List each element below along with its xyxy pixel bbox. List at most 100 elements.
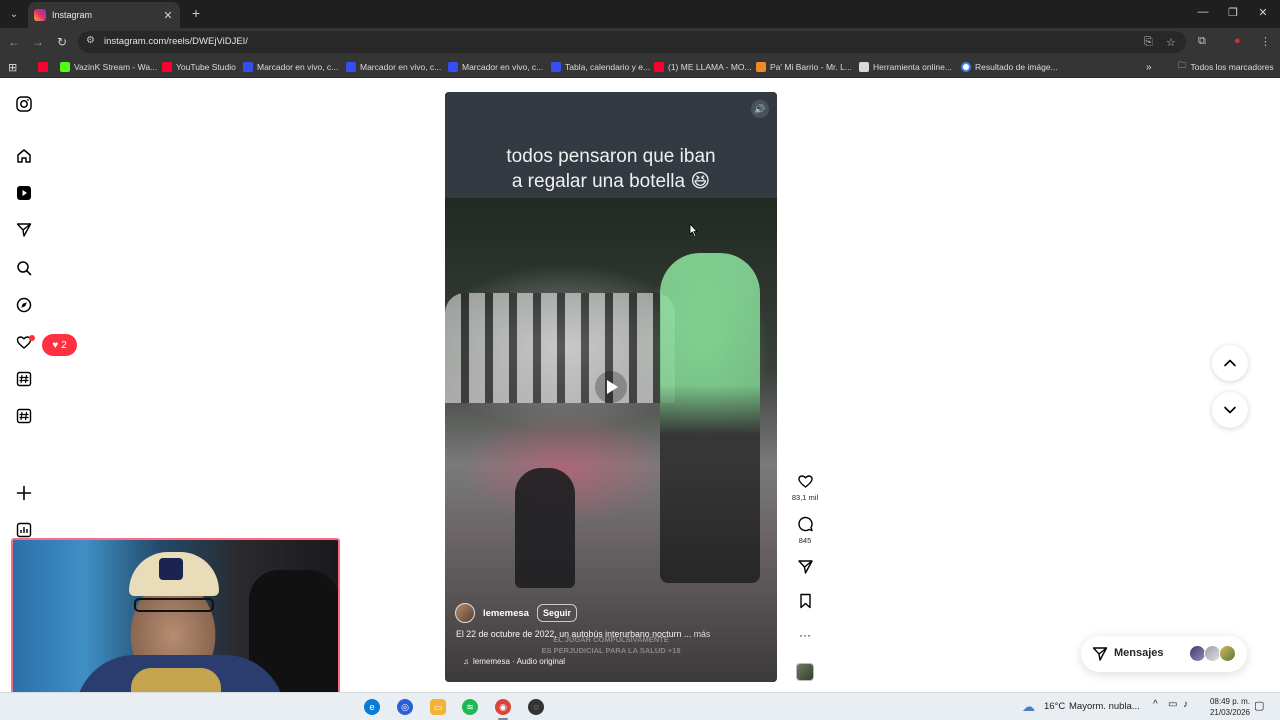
all-bookmarks-folder[interactable]: 🗀 Todos los marcadores <box>1178 60 1274 74</box>
volume-icon[interactable]: 🔊 <box>751 100 769 118</box>
volume-tray-icon[interactable]: ♪ <box>1183 699 1188 710</box>
speaker-image <box>515 468 575 588</box>
previous-reel-button[interactable] <box>1212 345 1248 381</box>
clock-time: 08:49 p. m. <box>1209 697 1250 706</box>
reload-icon[interactable]: ↻ <box>54 34 70 50</box>
bookmark-1[interactable]: VazinK Stream - Wa... <box>60 60 157 74</box>
audio-label: lememesa · Audio original <box>473 657 566 666</box>
comment-icon <box>797 516 813 532</box>
reel-description[interactable]: El 22 de octubre de 2022, un autobús int… <box>456 629 770 639</box>
minimize-icon[interactable]: — <box>1194 6 1212 18</box>
search-icon[interactable] <box>15 259 33 277</box>
messages-button[interactable]: Mensajes <box>1081 636 1247 672</box>
share-button[interactable] <box>795 559 815 575</box>
back-icon[interactable]: ← <box>6 34 22 50</box>
bookmark-label: VazinK Stream - Wa... <box>74 62 158 72</box>
url-text: instagram.com/reels/DWEjViDJEI/ <box>104 36 248 47</box>
chrome-profile-icon[interactable]: ◎ <box>397 699 413 715</box>
more-options-icon[interactable]: ··· <box>795 628 815 642</box>
taskbar: e ◎ ▭ ≋ ◉ ◌ ☁ 16°C Mayorm. nubla... ^ ▭ … <box>0 692 1280 720</box>
tab-instagram[interactable]: Instagram ✕ <box>28 2 180 28</box>
notifications-center-icon[interactable]: ▢ <box>1254 699 1264 712</box>
bookmark-label: Tabla, calendario y e... <box>565 62 651 72</box>
bookmark-7[interactable]: (1) ME LLAMA - MO... <box>654 60 752 74</box>
reel-video[interactable]: todos pensaron que iban a regalar una bo… <box>445 92 777 682</box>
heart-icon: ♥ <box>52 339 59 351</box>
create-plus-icon[interactable] <box>15 484 33 502</box>
close-window-icon[interactable]: ✕ <box>1254 6 1272 19</box>
file-explorer-icon[interactable]: ▭ <box>430 699 446 715</box>
author-avatar[interactable] <box>455 603 475 623</box>
dashboard-icon[interactable] <box>15 521 33 539</box>
tray-chevron-icon[interactable]: ^ <box>1153 699 1158 710</box>
follow-button[interactable]: Seguir <box>536 604 577 622</box>
caption-line-2: a regalar una botella 😆 <box>511 171 711 192</box>
install-app-icon[interactable]: ⎘ <box>1144 36 1153 49</box>
bookmark-6[interactable]: Tabla, calendario y e... <box>551 60 650 74</box>
chevron-down-icon <box>1224 406 1236 414</box>
reels-icon[interactable] <box>15 184 33 202</box>
bookmark-9[interactable]: Herramienta online... <box>859 60 952 74</box>
notification-dot <box>29 335 35 341</box>
extensions-icon[interactable]: ⧉ <box>1198 35 1206 48</box>
share-icon <box>797 560 813 574</box>
threads-icon-2[interactable] <box>15 407 33 425</box>
threads-icon[interactable] <box>15 370 33 388</box>
new-tab-button[interactable]: + <box>188 4 204 22</box>
comment-button[interactable] <box>795 516 815 532</box>
author-name[interactable]: lememesa <box>483 608 529 619</box>
bookmark-label: Pa' Mi Barrio - Mr. L... <box>770 62 852 72</box>
notification-badge[interactable]: ♥ 2 <box>42 334 77 356</box>
site-info-icon[interactable]: ⚙ <box>86 35 95 46</box>
spotify-icon[interactable]: ≋ <box>462 699 478 715</box>
next-reel-button[interactable] <box>1212 392 1248 428</box>
bookmarks-bar: ⊞ VazinK Stream - Wa... YouTube Studio M… <box>0 56 1280 78</box>
profile-icon[interactable]: ● <box>1234 35 1241 47</box>
save-button[interactable] <box>795 593 815 609</box>
author-row: lememesa Seguir <box>455 602 577 624</box>
restore-icon[interactable]: ❐ <box>1224 6 1242 19</box>
weather-temp[interactable]: 16°C <box>1044 701 1065 712</box>
instagram-favicon-icon <box>34 9 46 21</box>
bookmark-label: YouTube Studio <box>176 62 236 72</box>
obs-icon[interactable]: ◌ <box>528 699 544 715</box>
bookmark-5[interactable]: Marcador en vivo, c... <box>448 60 543 74</box>
bookmark-8[interactable]: Pa' Mi Barrio - Mr. L... <box>756 60 852 74</box>
clock[interactable]: 08:49 p. m. 21/03/2026 <box>1196 696 1250 718</box>
bookmark-10[interactable]: Resultado de imáge... <box>961 60 1058 74</box>
home-icon[interactable] <box>15 147 33 165</box>
more-bookmarks-icon[interactable]: » <box>1146 60 1152 74</box>
edge-icon[interactable]: e <box>364 699 380 715</box>
chrome-icon[interactable]: ◉ <box>495 699 511 715</box>
audio-thumbnail[interactable] <box>796 663 814 681</box>
apps-grid-icon[interactable]: ⊞ <box>8 60 17 74</box>
sofascore-icon <box>346 62 356 72</box>
bookmark-2[interactable]: YouTube Studio <box>162 60 236 74</box>
clock-date: 21/03/2026 <box>1209 708 1250 717</box>
play-icon[interactable] <box>595 371 627 403</box>
direct-messages-icon[interactable] <box>15 221 33 239</box>
bookmark-star-icon[interactable]: ☆ <box>1166 36 1176 49</box>
menu-icon[interactable]: ⋮ <box>1260 35 1271 48</box>
tab-close-icon[interactable]: ✕ <box>162 9 174 22</box>
url-field[interactable]: ⚙ instagram.com/reels/DWEjViDJEI/ ⎘ ☆ <box>78 31 1186 53</box>
tab-search-icon[interactable]: ⌄ <box>4 4 24 24</box>
glasses-image <box>134 598 214 612</box>
network-icon[interactable]: ▭ <box>1168 699 1177 710</box>
bookmark-4[interactable]: Marcador en vivo, c... <box>346 60 441 74</box>
more-link[interactable]: más <box>694 629 711 639</box>
bookmark-0[interactable] <box>38 60 52 74</box>
reel-caption: todos pensaron que iban a regalar una bo… <box>445 144 777 194</box>
like-count: 83,1 mil <box>791 493 819 502</box>
tab-title: Instagram <box>52 10 93 20</box>
instagram-logo-icon[interactable] <box>15 95 33 113</box>
forward-icon[interactable]: → <box>30 34 46 50</box>
dancer-image <box>660 253 760 583</box>
like-button[interactable] <box>795 473 815 489</box>
music-note-icon: ♫ <box>463 657 469 666</box>
audio-info[interactable]: ♫ lememesa · Audio original <box>463 657 565 666</box>
bookmark-3[interactable]: Marcador en vivo, c... <box>243 60 338 74</box>
explore-icon[interactable] <box>15 296 33 314</box>
youtube-icon <box>38 62 48 72</box>
weather-desc[interactable]: Mayorm. nubla... <box>1069 701 1140 712</box>
